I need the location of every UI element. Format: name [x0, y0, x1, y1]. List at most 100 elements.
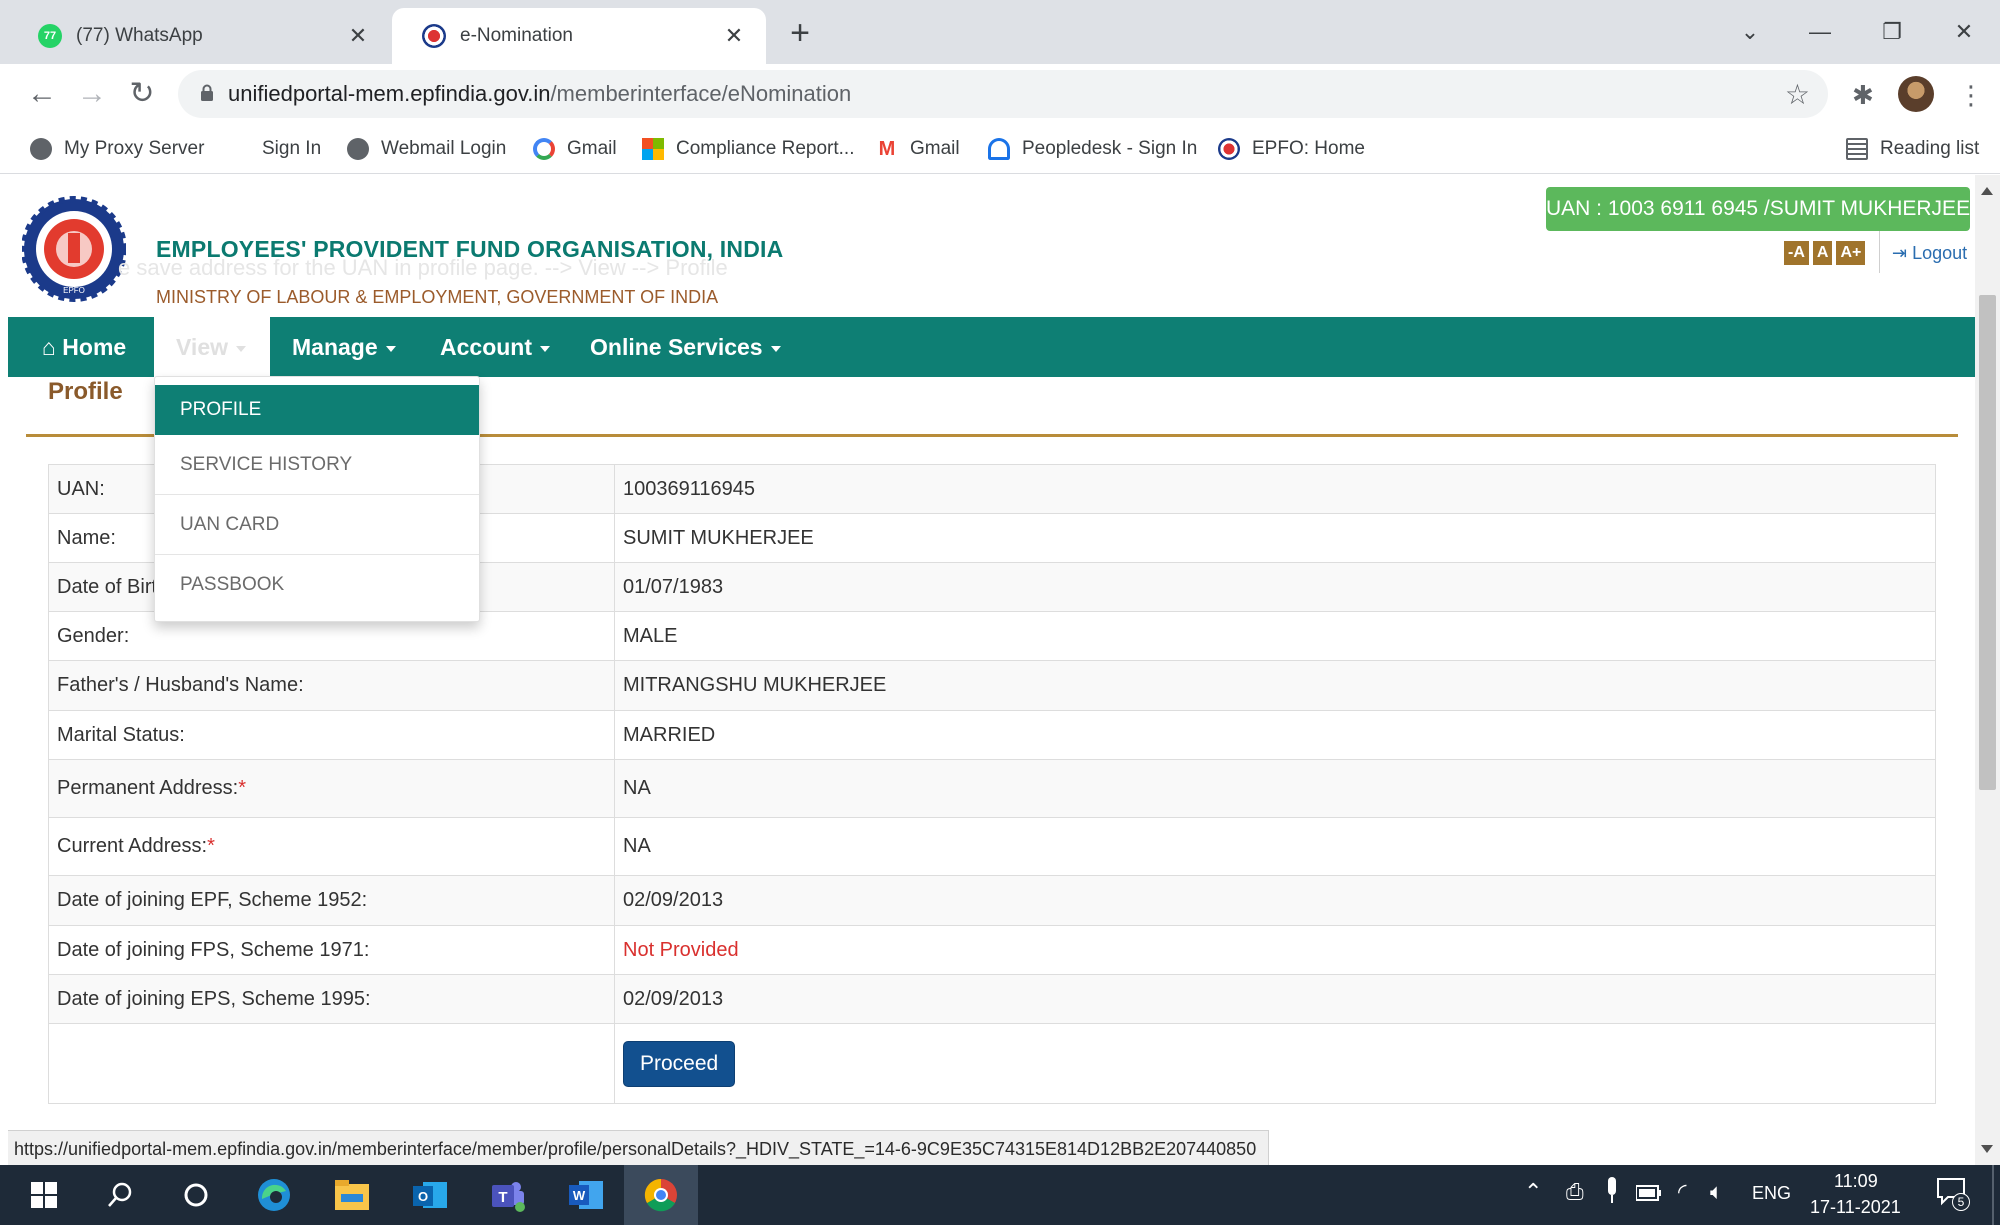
nav-manage[interactable]: Manage [292, 317, 396, 377]
menu-item-uan-card[interactable]: UAN CARD [155, 495, 479, 555]
uan-badge: UAN : 1003 6911 6945 /SUMIT MUKHERJEE [1546, 187, 1970, 231]
close-window-button[interactable]: ✕ [1934, 10, 1994, 54]
notification-count: 5 [1952, 1193, 1970, 1211]
clock-date[interactable]: 17-11-2021 [1810, 1197, 1901, 1218]
nav-online-services[interactable]: Online Services [590, 317, 781, 377]
scrollbar-thumb[interactable] [1979, 295, 1996, 790]
ministry-name: MINISTRY OF LABOUR & EMPLOYMENT, GOVERNM… [156, 287, 719, 307]
search-icon[interactable] [102, 1177, 138, 1213]
row-label: Current Address:* [48, 817, 615, 876]
bookmark-compliance-report[interactable]: Compliance Report... [642, 136, 854, 162]
chrome-icon[interactable] [624, 1165, 698, 1225]
tab-title: (77) WhatsApp [76, 25, 203, 46]
svg-text:W: W [573, 1188, 586, 1203]
table-row: Date of joining EPF, Scheme 1952: 02/09/… [48, 875, 1936, 926]
main-navigation: ⌂ Home View Manage Account Online Servic… [8, 317, 1975, 377]
organisation-name: EMPLOYEES' PROVIDENT FUND ORGANISATION, … [156, 236, 784, 262]
url-host: unifiedportal-mem.epfindia.gov.in [228, 81, 551, 106]
font-decrease-button[interactable]: -A [1784, 241, 1809, 265]
clock-time[interactable]: 11:09 [1834, 1171, 1878, 1192]
windows-start-icon[interactable] [26, 1177, 62, 1213]
url-path: /memberinterface/eNomination [550, 81, 852, 106]
bookmark-label: Compliance Report... [676, 138, 855, 159]
nav-view[interactable]: View [154, 317, 270, 377]
empty-cell [48, 1023, 615, 1104]
address-bar[interactable]: unifiedportal-mem.epfindia.gov.in/member… [178, 70, 1828, 118]
bookmark-star-icon[interactable]: ☆ [1785, 78, 1810, 111]
google-icon [533, 138, 555, 160]
caret-down-icon [770, 345, 781, 352]
bookmark-epfo-home[interactable]: EPFO: Home [1218, 136, 1365, 162]
language-indicator[interactable]: ENG [1752, 1183, 1791, 1204]
tab-title: e-Nomination [460, 25, 573, 46]
word-icon[interactable]: W [568, 1177, 604, 1213]
teams-icon[interactable]: T [490, 1177, 526, 1213]
wifi-icon[interactable]: ◜ [1678, 1179, 1687, 1205]
link-preview-status: https://unifiedportal-mem.epfindia.gov.i… [8, 1130, 1270, 1166]
tab-search-icon[interactable]: ⌄ [1720, 10, 1780, 54]
proceed-button[interactable]: Proceed [623, 1040, 736, 1087]
bookmark-my-proxy-server[interactable]: My Proxy Server [30, 136, 204, 162]
reading-list-button[interactable]: Reading list [1846, 136, 1979, 162]
table-row: Date of joining FPS, Scheme 1971: Not Pr… [48, 925, 1936, 975]
close-tab-icon[interactable]: ✕ [716, 23, 752, 49]
file-explorer-icon[interactable] [334, 1177, 370, 1213]
table-row: Father's / Husband's Name: MITRANGSHU MU… [48, 660, 1936, 711]
edge-icon[interactable] [256, 1177, 292, 1213]
nav-online-services-label: Online Services [590, 334, 763, 360]
logout-link[interactable]: ⇥ Logout [1892, 243, 1967, 264]
font-normal-button[interactable]: A [1812, 241, 1833, 265]
chrome-menu-icon[interactable]: ⋮ [1958, 80, 1984, 111]
bookmark-label: Peopledesk - Sign In [1022, 138, 1198, 159]
volume-icon[interactable]: 🔈︎ [1710, 1179, 1723, 1205]
meet-now-icon[interactable]: ⎙ [1566, 1179, 1584, 1205]
scroll-down-arrow-icon[interactable] [1981, 1145, 1993, 1153]
bookmark-gmail-google[interactable]: Gmail [533, 136, 617, 162]
menu-item-service-history[interactable]: SERVICE HISTORY [155, 435, 479, 495]
view-dropdown-menu: PROFILE SERVICE HISTORY UAN CARD PASSBOO… [154, 376, 480, 622]
bookmark-label: Gmail [910, 138, 960, 159]
menu-item-profile[interactable]: PROFILE [155, 385, 479, 435]
cortana-icon[interactable] [178, 1177, 214, 1213]
label-text: Current Address: [57, 835, 208, 857]
reload-button[interactable]: ↻ [122, 74, 162, 114]
globe-icon [30, 138, 52, 160]
nav-home-label: Home [62, 334, 127, 360]
label-text: Permanent Address: [57, 777, 239, 799]
menu-item-passbook[interactable]: PASSBOOK [155, 555, 479, 615]
close-tab-icon[interactable]: ✕ [340, 23, 376, 49]
bookmark-gmail[interactable]: M Gmail [876, 136, 960, 162]
nav-account[interactable]: Account [440, 317, 550, 377]
epfo-logo: EPFO [22, 196, 126, 302]
bookmark-label: EPFO: Home [1252, 138, 1365, 159]
row-value: MARRIED [614, 710, 1936, 760]
bookmark-sign-in[interactable]: Sign In [262, 136, 321, 162]
font-increase-button[interactable]: A+ [1836, 241, 1866, 265]
scroll-up-arrow-icon[interactable] [1981, 187, 1993, 195]
extensions-puzzle-icon[interactable]: ✱ [1852, 80, 1874, 111]
microsoft-icon [642, 138, 664, 160]
lock-icon [201, 84, 213, 101]
restore-button[interactable]: ❐ [1862, 10, 1922, 54]
tab-e-nomination[interactable]: e-Nomination ✕ [392, 8, 766, 64]
notification-center-icon[interactable]: 5 [1936, 1177, 1970, 1211]
show-desktop-strip[interactable] [1992, 1165, 1994, 1225]
outlook-icon[interactable]: O [412, 1177, 448, 1213]
profile-avatar[interactable] [1898, 76, 1934, 112]
nav-home[interactable]: ⌂ Home [42, 317, 126, 377]
battery-icon[interactable] [1635, 1185, 1662, 1206]
forward-button[interactable]: → [72, 74, 112, 114]
bookmark-webmail-login[interactable]: Webmail Login [347, 136, 506, 162]
back-button[interactable]: ← [22, 74, 62, 114]
row-label: Father's / Husband's Name: [48, 660, 615, 711]
minimize-button[interactable]: — [1790, 10, 1850, 54]
bookmark-peopledesk[interactable]: Peopledesk - Sign In [988, 136, 1197, 162]
microphone-icon[interactable] [1604, 1177, 1620, 1212]
page-scrollbar[interactable] [1975, 175, 2000, 1165]
new-tab-button[interactable]: + [782, 16, 818, 52]
nav-manage-label: Manage [292, 334, 378, 360]
show-hidden-icons-chevron[interactable]: ⌃ [1524, 1179, 1542, 1205]
reading-list-label: Reading list [1880, 138, 1980, 159]
tab-whatsapp[interactable]: 77 (77) WhatsApp ✕ [8, 8, 390, 64]
bookmarks-bar: My Proxy Server Sign In Webmail Login Gm… [0, 124, 2000, 174]
